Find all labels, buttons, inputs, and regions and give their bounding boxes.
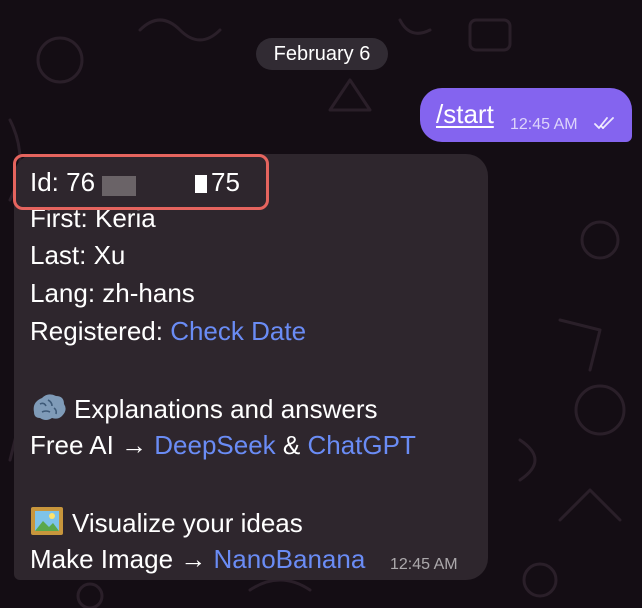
section1-title: Explanations and answers: [74, 394, 378, 424]
deepseek-link[interactable]: DeepSeek: [154, 430, 275, 460]
section1-title-line: Explanations and answers: [30, 392, 378, 424]
brain-icon: [33, 394, 66, 420]
framed-picture-icon: [31, 507, 63, 535]
registered-line: Registered: Check Date: [30, 316, 306, 346]
id-highlight-box: [13, 154, 269, 210]
free-ai-line: Free AI → DeepSeek & ChatGPT: [30, 430, 416, 460]
incoming-message[interactable]: Id: 76 75 First: Keria Last: Xu Lang: zh…: [14, 154, 488, 580]
registered-label: Registered:: [30, 316, 171, 346]
check-date-link[interactable]: Check Date: [170, 316, 306, 346]
section2-title: Visualize your ideas: [72, 508, 303, 538]
make-image-prefix: Make Image →: [30, 544, 214, 574]
link-separator: &: [275, 430, 308, 460]
free-ai-prefix: Free AI →: [30, 430, 155, 460]
date-separator: February 6: [256, 38, 388, 70]
outgoing-message[interactable]: /start 12:45 AM: [420, 88, 632, 142]
double-check-icon: [594, 117, 614, 129]
section2-title-line: Visualize your ideas: [30, 506, 303, 538]
start-command-link[interactable]: /start: [436, 99, 494, 130]
last-name-line: Last: Xu: [30, 240, 126, 270]
lang-line: Lang: zh-hans: [30, 278, 195, 308]
chatgpt-link[interactable]: ChatGPT: [307, 430, 415, 460]
outgoing-timestamp: 12:45 AM: [510, 116, 578, 133]
nanobanana-link[interactable]: NanoBanana: [214, 544, 366, 574]
incoming-timestamp: 12:45 AM: [390, 556, 458, 573]
make-image-line: Make Image → NanoBanana: [30, 544, 365, 574]
